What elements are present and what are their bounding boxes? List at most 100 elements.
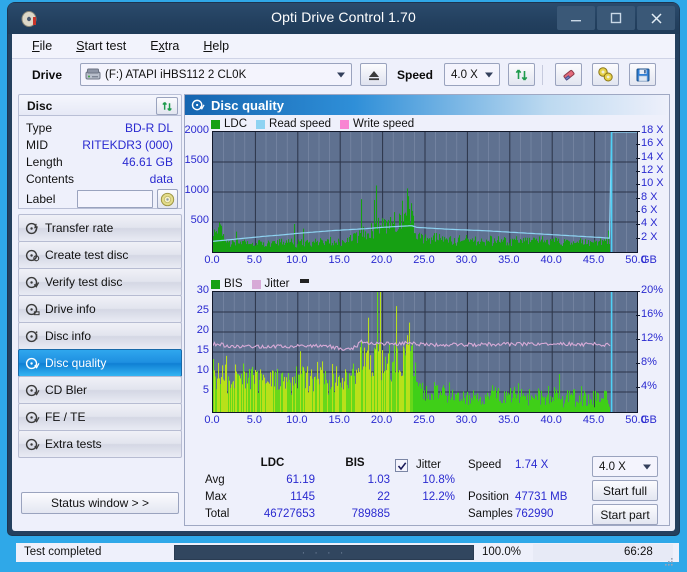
disc-row-mid: MID RITEKDR3 (000) [19,137,181,154]
start-full-button[interactable]: Start full [592,480,658,501]
y2-tick-label: 4% [641,380,657,392]
x-tick-label: 0.0 [204,414,220,426]
drive-icon [85,67,101,86]
y2-tick-mark [636,224,640,226]
menu-extra[interactable]: Extra [150,39,179,53]
x-tick-label: 10.0 [286,414,308,426]
refresh-icon [515,68,527,81]
x-tick-label: 20.0 [370,414,393,426]
progress-percent: 100.0% [482,546,522,558]
menu-start-test[interactable]: Start test [76,39,126,53]
settings-button[interactable] [592,63,619,86]
disc-transfer-icon [19,221,45,236]
start-part-button[interactable]: Start part [592,504,658,525]
disc-quality-panel: Disc quality LDC Read speed Write speed [184,94,670,526]
y2-tick-mark [636,211,640,212]
drive-select[interactable]: (F:) ATAPI iHBS112 2 CL0K [80,63,352,86]
status-text: Test completed [24,546,102,558]
sidebar-item-extra-tests[interactable]: Extra tests [18,430,182,458]
test-speed-value: 4.0 X [599,460,626,473]
bis-plot-svg [213,292,637,412]
save-button[interactable] [629,63,656,86]
y2-tick-mark [636,144,640,146]
left-panel: Disc Type BD-R DL MID RITEKDR3 (000) Len… [18,94,182,526]
label-input[interactable] [77,190,153,208]
sidebar-item-label: Disc quality [45,356,107,370]
y2-tick-label: 16% [641,308,664,320]
eject-button[interactable] [360,63,387,86]
sidebar-item-label: Extra tests [45,437,102,451]
sidebar-item-drive-info[interactable]: Drive info [18,295,182,323]
stats-row-label: Total [205,508,230,520]
nav-list: Transfer rate Create test disc Verify te… [18,214,182,458]
disc-label-key: Label [26,192,56,206]
y2-tick-mark [636,131,640,132]
disc-refresh-button[interactable] [156,97,178,115]
y-tick-label: 15 [196,344,209,356]
disc-row-key: Contents [26,172,75,186]
y2-tick-label: 6 X [641,204,658,216]
stats-bis-avg: 1.03 [367,474,390,486]
sidebar-item-disc-quality[interactable]: Disc quality [18,349,182,377]
sidebar-item-transfer-rate[interactable]: Transfer rate [18,214,182,242]
x-tick-label: 15.0 [328,414,350,426]
disc-drive-icon [19,302,45,317]
x-tick-label: 25.0 [413,414,435,426]
y2-tick-mark [636,315,640,316]
disc-verify-icon [19,275,45,290]
sidebar-item-disc-info[interactable]: Disc info [18,322,182,350]
minimize-icon[interactable] [557,6,595,30]
progress-dots: · · · · [301,546,347,559]
sidebar-item-label: CD Bler [45,383,88,397]
y2-tick-label: 18 X [641,124,664,136]
disc-row-key: Type [26,121,53,135]
sidebar-item-verify-test-disc[interactable]: Verify test disc [18,268,182,296]
y2-tick-label: 12% [641,332,664,344]
y2-tick-mark [636,184,640,186]
refresh-icon [161,101,172,111]
stats-col-header-bis: BIS [345,457,365,469]
title-bar: Opti Drive Control 1.70 [8,3,679,34]
sidebar-item-label: Drive info [45,302,96,316]
menu-help[interactable]: Help [203,39,229,53]
sidebar-item-cd-bler[interactable]: CD Bler [18,376,182,404]
application-window: Opti Drive Control 1.70 File Start test … [8,3,679,566]
eraser-icon [563,69,574,81]
stats-ldc-avg: 61.19 [286,474,315,486]
y2-tick-label: 20% [641,284,664,296]
close-icon[interactable] [637,6,675,30]
sidebar-item-fe-te[interactable]: FE / TE [18,403,182,431]
disc-row-type: Type BD-R DL [19,120,181,137]
chevron-down-icon [485,72,493,77]
stats-jitter-max: 12.2% [422,491,455,503]
stats-bis-total: 789885 [351,508,390,520]
jitter-checkbox[interactable] [395,459,408,472]
y2-tick-mark [636,339,640,340]
speed-select[interactable]: 4.0 X [444,63,500,86]
resize-grip[interactable] [665,554,674,572]
ldc-chart[interactable]: 500 1000 1500 2000 2 X4 X6 X8 X 10 X 12 X 14 X… [185,95,669,270]
y-tick-label: 2000 [184,124,209,136]
jitter-label: Jitter [416,459,441,471]
maximize-icon[interactable] [597,6,635,30]
x-tick-label: 35.0 [498,414,520,426]
bis-jitter-chart[interactable]: 5 10 15 20 25 30 4% 8% 12% 16% 20% 0.0 5.0 10.0 15.0… [185,255,669,430]
ldc-plot-svg [213,132,637,252]
disc-row-contents: Contents data [19,171,181,188]
disc-header-label: Disc [27,99,53,113]
test-speed-select[interactable]: 4.0 X [592,456,658,477]
disc-fete-icon [19,410,45,425]
y2-tick-mark [636,197,640,199]
disc-row-label: Label [19,188,181,210]
disc-row-value: data [149,172,173,186]
refresh-button[interactable] [508,63,535,86]
y2-tick-label: 8% [641,356,657,368]
sidebar-item-create-test-disc[interactable]: Create test disc [18,241,182,269]
y2-tick-label: 8 X [641,190,658,203]
menu-file[interactable]: File [32,39,52,53]
erase-button[interactable] [555,63,582,86]
status-window-button[interactable]: Status window > > [21,492,179,514]
ldc-plot-area [212,131,638,253]
label-disc-button[interactable] [157,189,178,209]
speed-label: Speed [397,68,434,82]
